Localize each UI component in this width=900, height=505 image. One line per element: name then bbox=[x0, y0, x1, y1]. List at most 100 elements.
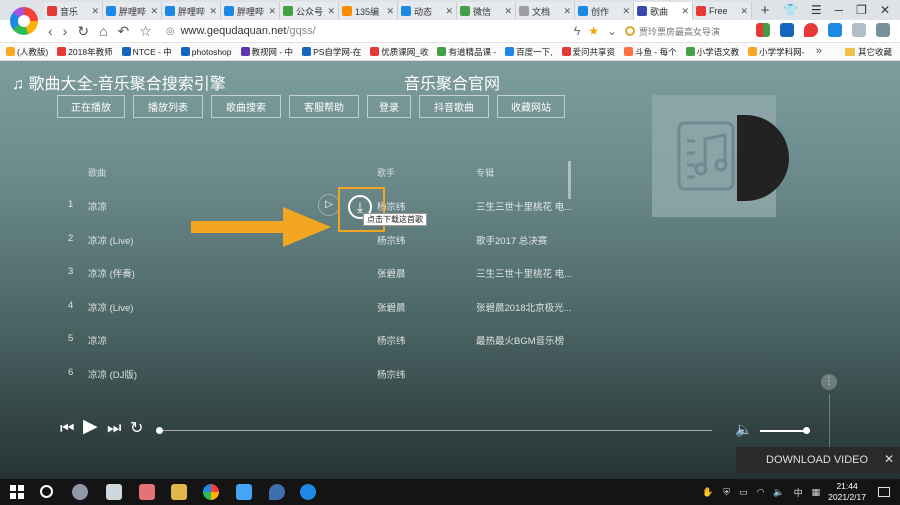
bookmark-item[interactable]: 2018年教师 bbox=[57, 46, 113, 58]
page-info-icon[interactable]: ◎ bbox=[166, 26, 175, 37]
browser-tab[interactable]: 公众号 ✕ bbox=[280, 2, 339, 20]
tab-close-icon[interactable]: ✕ bbox=[740, 6, 748, 17]
volume-knob[interactable] bbox=[803, 427, 810, 434]
browser-taskbar-icon[interactable] bbox=[203, 484, 219, 500]
browser-tab[interactable]: 135编 ✕ bbox=[339, 2, 398, 20]
next-icon[interactable]: ⏭ bbox=[107, 421, 121, 437]
browser-tab[interactable]: 胖哩哔 ✕ bbox=[221, 2, 280, 20]
bookmark-item[interactable]: 教视网 - 中 bbox=[240, 46, 293, 58]
forward-icon[interactable]: › bbox=[63, 23, 68, 40]
bookmark-item[interactable]: 小学学科网- bbox=[748, 46, 804, 58]
security-icon[interactable]: ⛨ bbox=[723, 487, 730, 498]
browser-tab[interactable]: 创作 ✕ bbox=[575, 2, 634, 20]
person-icon[interactable]: ✋ bbox=[702, 487, 713, 498]
ime-indicator[interactable]: 中 bbox=[794, 486, 803, 499]
browser-tab[interactable]: 胖哩哔 ✕ bbox=[103, 2, 162, 20]
song-row[interactable]: 6 凉凉 (DJ版) 杨宗纬 bbox=[0, 363, 580, 383]
new-tab-button[interactable]: + bbox=[752, 2, 778, 20]
tab-close-icon[interactable]: ✕ bbox=[622, 6, 630, 17]
browser-tab[interactable]: 音乐 ✕ bbox=[44, 2, 103, 20]
list-scrollbar[interactable] bbox=[568, 161, 571, 199]
paint-app-icon[interactable] bbox=[139, 484, 155, 500]
nav-button[interactable]: 登录 bbox=[367, 95, 411, 118]
download-video-bar[interactable]: DOWNLOAD VIDEO ✕ bbox=[736, 447, 900, 473]
song-title[interactable]: 凉凉 (伴奏) bbox=[88, 266, 135, 280]
back-icon[interactable]: ‹ bbox=[48, 23, 53, 40]
task-search-icon[interactable] bbox=[40, 485, 53, 498]
bookmark-item[interactable]: NTCE - 中 bbox=[121, 46, 172, 58]
home-icon[interactable]: ⌂ bbox=[99, 23, 107, 40]
drop-app-icon[interactable] bbox=[269, 484, 285, 500]
input-grid-icon[interactable]: ▦ bbox=[812, 487, 821, 498]
browser-tab[interactable]: 动态 ✕ bbox=[398, 2, 457, 20]
tab-close-icon[interactable]: ✕ bbox=[268, 6, 276, 17]
browser-tab[interactable]: 歌曲 ✕ bbox=[634, 2, 693, 20]
song-row[interactable]: 5 凉凉 杨宗纬 最热最火BGM音乐榜 bbox=[0, 329, 580, 349]
favorite-star-icon[interactable]: ★ bbox=[588, 24, 599, 38]
nav-button[interactable]: 收藏网站 bbox=[497, 95, 565, 118]
calculator-icon[interactable] bbox=[106, 484, 122, 500]
song-title[interactable]: 凉凉 (Live) bbox=[88, 233, 133, 247]
nav-button[interactable]: 播放列表 bbox=[133, 95, 203, 118]
other-bookmarks[interactable]: 其它收藏 bbox=[844, 46, 892, 58]
volume-icon[interactable]: 🔈 bbox=[735, 421, 752, 438]
browser-tab[interactable]: Free ✕ bbox=[693, 2, 752, 20]
wifi-icon[interactable]: ◠ bbox=[757, 487, 765, 498]
file-explorer-icon[interactable] bbox=[171, 484, 187, 500]
windows-start-icon[interactable] bbox=[10, 485, 24, 499]
nav-button[interactable]: 客服帮助 bbox=[289, 95, 359, 118]
tab-close-icon[interactable]: ✕ bbox=[563, 6, 571, 17]
tab-close-icon[interactable]: ✕ bbox=[504, 6, 512, 17]
undo-icon[interactable]: ↶ bbox=[118, 23, 130, 40]
close-window-button[interactable]: ✕ bbox=[880, 3, 890, 17]
store-icon[interactable] bbox=[236, 484, 252, 500]
song-title[interactable]: 凉凉 (Live) bbox=[88, 300, 133, 314]
reload-icon[interactable]: ↻ bbox=[77, 23, 89, 40]
song-row[interactable]: 3 凉凉 (伴奏) 张碧晨 三生三世十里桃花 电... bbox=[0, 262, 580, 282]
tab-close-icon[interactable]: ✕ bbox=[209, 6, 217, 17]
browser-tab[interactable]: 胖哩哔 ✕ bbox=[162, 2, 221, 20]
browser-logo[interactable] bbox=[10, 7, 38, 35]
lightning-icon[interactable]: ϟ bbox=[574, 24, 580, 38]
bookmark-item[interactable]: 百度一下, bbox=[505, 46, 553, 58]
media-app-icon[interactable] bbox=[72, 484, 88, 500]
tab-close-icon[interactable]: ✕ bbox=[445, 6, 453, 17]
bookmarks-more-button[interactable]: » bbox=[816, 45, 822, 57]
dropdown-icon[interactable]: ⌄ bbox=[607, 24, 617, 38]
repeat-icon[interactable]: ↻ bbox=[130, 421, 143, 437]
clock[interactable]: 21:44 2021/2/17 bbox=[828, 481, 866, 503]
bookmark-item[interactable]: PS自学网-在 bbox=[302, 46, 361, 58]
scissors-icon[interactable] bbox=[852, 23, 866, 37]
tab-close-icon[interactable]: ✕ bbox=[150, 6, 158, 17]
apps-grid-icon[interactable] bbox=[756, 23, 770, 37]
nav-button[interactable]: 抖音歌曲 bbox=[419, 95, 489, 118]
more-options-icon[interactable]: ⋮ bbox=[821, 374, 837, 390]
play-icon[interactable]: ▶ bbox=[83, 417, 98, 436]
bookmark-item[interactable]: (人教版) bbox=[6, 46, 48, 58]
nav-button[interactable]: 正在播放 bbox=[57, 95, 125, 118]
song-title[interactable]: 凉凉 bbox=[88, 199, 107, 213]
nav-button[interactable]: 歌曲搜索 bbox=[211, 95, 281, 118]
tab-close-icon[interactable]: ✕ bbox=[91, 6, 99, 17]
bookmark-item[interactable]: photoshop bbox=[180, 47, 232, 57]
translate-icon[interactable] bbox=[828, 23, 842, 37]
progress-track[interactable] bbox=[160, 430, 712, 431]
tab-close-icon[interactable]: ✕ bbox=[681, 6, 689, 17]
edge-icon[interactable] bbox=[300, 484, 316, 500]
menu-icon[interactable]: ☰ bbox=[811, 3, 822, 17]
previous-icon[interactable]: ⏮ bbox=[60, 421, 74, 437]
extension-blue-icon[interactable] bbox=[780, 23, 794, 37]
url-input[interactable]: ◎ www.gequdaquan.net/gqss/ bbox=[166, 21, 574, 41]
song-row[interactable]: 4 凉凉 (Live) 张碧晨 张碧晨2018北京极光... bbox=[0, 296, 580, 316]
location-pin-icon[interactable] bbox=[804, 23, 818, 37]
battery-icon[interactable]: ▭ bbox=[739, 487, 748, 498]
bookmark-item[interactable]: 爱问共享资 bbox=[561, 46, 615, 58]
song-title[interactable]: 凉凉 (DJ版) bbox=[88, 367, 137, 381]
notification-icon[interactable] bbox=[878, 487, 890, 497]
bookmark-item[interactable]: 有道精品课 - bbox=[437, 46, 496, 58]
tab-close-icon[interactable]: ✕ bbox=[386, 6, 394, 17]
search-input[interactable]: 贾玲票房最高女导演 bbox=[625, 22, 757, 40]
shirt-icon[interactable]: 👕 bbox=[783, 3, 798, 17]
restore-button[interactable]: ❐ bbox=[856, 3, 867, 17]
bookmark-item[interactable]: 斗鱼 - 每个 bbox=[624, 46, 677, 58]
